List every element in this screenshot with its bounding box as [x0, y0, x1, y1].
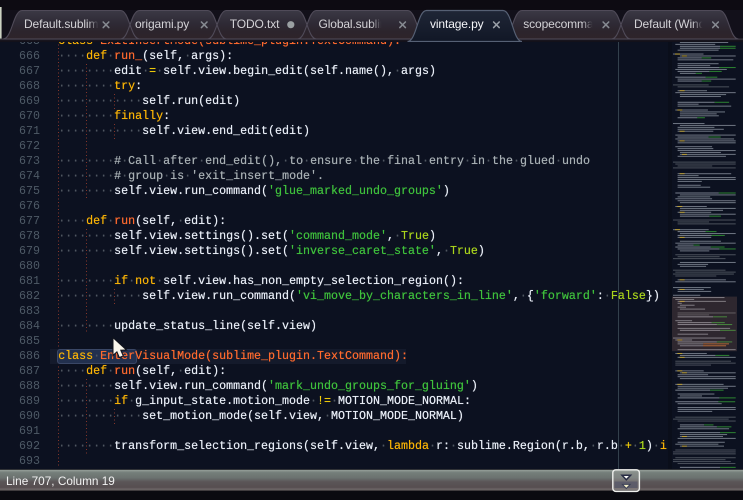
svg-text:TODO.txt: TODO.txt — [230, 17, 280, 31]
svg-text:Default (Windows: Default (Windows — [634, 17, 726, 31]
svg-text:Default.sublime: Default.sublime — [24, 17, 105, 31]
svg-text:Global.sublime: Global.sublime — [319, 17, 397, 31]
svg-text:vintage.py: vintage.py — [430, 17, 484, 31]
svg-text:origami.py: origami.py — [135, 17, 189, 31]
svg-text:scopecommands: scopecommands — [523, 17, 612, 31]
